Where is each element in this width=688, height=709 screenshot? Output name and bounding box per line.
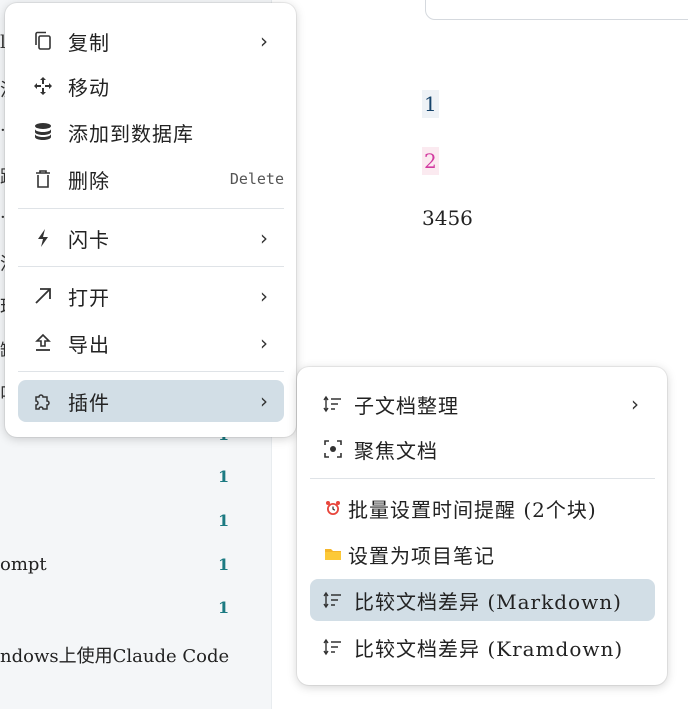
chevron-right-icon: › [631, 392, 639, 416]
sort-icon [320, 392, 346, 416]
paragraph-block[interactable]: 3456 [422, 204, 473, 232]
menu-item-label: 插件 [68, 390, 110, 415]
submenu-item-set-project-note[interactable]: 设置为项目笔记 [310, 533, 655, 575]
tree-item-label: ompt [0, 554, 47, 575]
tree-item[interactable]: 1 [0, 466, 272, 488]
menu-item-export[interactable]: 导出 › [18, 322, 284, 364]
submenu-item-focus-doc[interactable]: 聚焦文档 [310, 428, 655, 470]
menu-item-label: 子文档整理 [354, 393, 459, 418]
menu-item-label: 闪卡 [68, 227, 110, 252]
paragraph-block[interactable]: 1 [422, 90, 439, 118]
trash-icon [30, 167, 56, 191]
shortcut-hint: Delete [229, 170, 284, 188]
menu-divider [18, 208, 284, 209]
chevron-right-icon: › [260, 284, 268, 308]
submenu-item-diff-markdown[interactable]: 比较文档差异 (Markdown) [310, 579, 655, 621]
menu-item-label: 比较文档差异 (Markdown) [354, 589, 622, 614]
export-icon [30, 331, 56, 355]
menu-item-label: 打开 [68, 285, 110, 310]
tree-item[interactable]: ompt 1 [0, 554, 272, 576]
tree-item[interactable]: 1 [0, 510, 272, 532]
tree-item[interactable]: ndows上使用Claude Code [0, 642, 272, 667]
menu-item-add-to-database[interactable]: 添加到数据库 [18, 111, 284, 153]
menu-item-copy[interactable]: 复制 › [18, 20, 284, 62]
move-icon [30, 74, 56, 98]
ref-count-badge: 1 [218, 511, 230, 530]
menu-item-plugins[interactable]: 插件 › [18, 380, 284, 422]
plugin-icon [30, 389, 56, 413]
sort-icon [320, 635, 346, 659]
menu-item-move[interactable]: 移动 [18, 65, 284, 107]
ref-count-badge: 1 [218, 555, 230, 574]
menu-item-label: 导出 [68, 332, 110, 357]
search-field[interactable] [425, 0, 688, 20]
copy-icon [30, 29, 56, 53]
submenu-item-diff-kramdown[interactable]: 比较文档差异 (Kramdown) [310, 626, 655, 668]
block-context-menu: 复制 › 移动 添加到数据库 删除 Delete 闪卡 › 打开 › 导出 › … [5, 3, 296, 437]
submenu-item-organize-subdocs[interactable]: 子文档整理 › [310, 383, 655, 425]
menu-item-label: 批量设置时间提醒 (2个块) [348, 497, 597, 522]
focus-icon [320, 437, 346, 461]
menu-divider [18, 266, 284, 267]
menu-item-label: 复制 [68, 30, 110, 55]
sort-icon [320, 588, 346, 612]
menu-item-flashcard[interactable]: 闪卡 › [18, 217, 284, 259]
menu-item-open[interactable]: 打开 › [18, 275, 284, 317]
menu-item-label: 添加到数据库 [68, 121, 194, 146]
chevron-right-icon: › [260, 29, 268, 53]
alarm-clock-icon [320, 496, 346, 520]
menu-item-label: 比较文档差异 (Kramdown) [354, 636, 624, 661]
menu-item-label: 聚焦文档 [354, 438, 438, 463]
paragraph-block[interactable]: 2 [422, 147, 439, 175]
ref-count-badge: 1 [218, 467, 230, 486]
menu-item-label: 设置为项目笔记 [348, 543, 495, 568]
chevron-right-icon: › [260, 226, 268, 250]
chevron-right-icon: › [260, 331, 268, 355]
database-icon [30, 120, 56, 144]
flash-icon [30, 226, 56, 250]
plugin-submenu: 子文档整理 › 聚焦文档 批量设置时间提醒 (2个块) 设置为项目笔记 比较文档… [297, 367, 667, 685]
ref-count-badge: 1 [218, 598, 230, 617]
menu-item-delete[interactable]: 删除 Delete [18, 158, 284, 200]
menu-item-label: 删除 [68, 168, 110, 193]
menu-divider [18, 371, 284, 372]
tree-item[interactable]: 1 [0, 597, 272, 619]
menu-divider [310, 478, 655, 479]
open-arrow-icon [30, 284, 56, 308]
chevron-right-icon: › [260, 389, 268, 413]
tree-item-label: ndows上使用Claude Code [0, 646, 230, 667]
folder-icon [320, 542, 346, 566]
menu-item-label: 移动 [68, 75, 110, 100]
app-window: l 汶 · 踪 · 流 理 缺 叫 1 1 1 ompt 1 1 ndows上使… [0, 0, 688, 709]
submenu-item-batch-reminder[interactable]: 批量设置时间提醒 (2个块) [310, 487, 655, 529]
